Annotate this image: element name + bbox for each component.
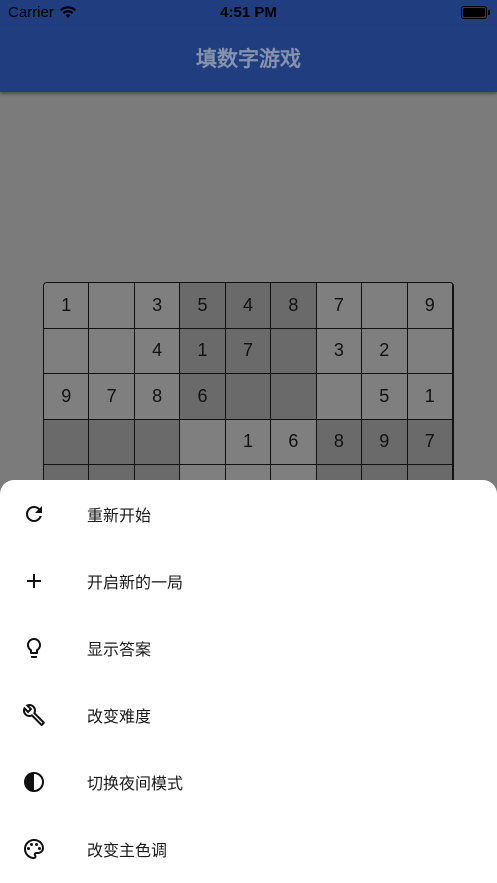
bottom-sheet-menu: 重新开始 开启新的一局 显示答案 改变难度 切换夜间模式 改变主色调 [0, 480, 497, 883]
board-cell[interactable] [271, 328, 317, 374]
wrench-icon [20, 701, 48, 729]
menu-item-label: 开启新的一局 [87, 572, 184, 592]
board-row: 41732 [44, 328, 453, 374]
board-cell[interactable] [89, 328, 135, 374]
board-cell[interactable]: 9 [407, 283, 453, 329]
board-cell[interactable]: 1 [180, 328, 226, 374]
board-cell[interactable]: 7 [407, 419, 453, 465]
board-cell[interactable]: 6 [271, 419, 317, 465]
page-title: 填数字游戏 [196, 47, 301, 71]
board-cell[interactable]: 7 [225, 328, 272, 374]
contrast-icon [20, 768, 48, 796]
board-cell[interactable]: 9 [44, 374, 90, 420]
board-cell[interactable]: 8 [271, 283, 317, 329]
refresh-icon [20, 500, 48, 528]
board-cell[interactable] [271, 374, 317, 420]
board-cell[interactable]: 4 [134, 328, 181, 374]
menu-item-label: 改变难度 [87, 706, 152, 726]
lightbulb-icon [20, 634, 48, 662]
menu-item-toggle-night-mode[interactable]: 切换夜间模式 [0, 748, 497, 815]
palette-icon [20, 835, 48, 863]
board-cell[interactable]: 7 [316, 283, 363, 329]
board-cell[interactable] [89, 419, 135, 465]
board-row: 16897 [44, 419, 453, 465]
plus-icon [20, 567, 48, 595]
board-cell[interactable]: 1 [407, 374, 453, 420]
menu-item-show-answer[interactable]: 显示答案 [0, 614, 497, 681]
status-bar: Carrier 4:51 PM [0, 0, 497, 26]
board-cell[interactable]: 2 [362, 328, 408, 374]
board-cell[interactable]: 5 [180, 283, 226, 329]
menu-item-restart[interactable]: 重新开始 [0, 480, 497, 547]
board-cell[interactable] [44, 328, 90, 374]
board-cell[interactable]: 1 [44, 283, 90, 329]
board-cell[interactable]: 8 [316, 419, 363, 465]
menu-item-label: 重新开始 [87, 505, 152, 525]
board-cell[interactable]: 3 [316, 328, 363, 374]
board-cell[interactable] [225, 374, 272, 420]
app-bar: 填数字游戏 [0, 26, 497, 92]
clock: 4:51 PM [220, 4, 277, 21]
board-cell[interactable]: 8 [134, 374, 181, 420]
board-cell[interactable] [316, 374, 363, 420]
board-cell[interactable]: 4 [225, 283, 272, 329]
board-row: 9786 51 [44, 374, 453, 420]
menu-item-label: 切换夜间模式 [87, 773, 184, 793]
board-cell[interactable]: 9 [362, 419, 408, 465]
board-cell[interactable]: 6 [180, 374, 226, 420]
board-cell[interactable]: 3 [134, 283, 181, 329]
sudoku-board: 13548794173297865116897 [43, 282, 454, 502]
board-row: 1354879 [44, 283, 453, 329]
board-cell[interactable] [89, 283, 135, 329]
menu-item-change-difficulty[interactable]: 改变难度 [0, 681, 497, 748]
board-cell[interactable] [180, 419, 226, 465]
board-cell[interactable]: 7 [89, 374, 135, 420]
board-cell[interactable]: 1 [225, 419, 272, 465]
board-cell[interactable]: 5 [362, 374, 408, 420]
menu-item-label: 改变主色调 [87, 840, 168, 860]
battery-icon [461, 6, 490, 19]
board-cell[interactable] [407, 328, 453, 374]
board-cell[interactable] [44, 419, 90, 465]
menu-item-label: 显示答案 [87, 639, 152, 659]
menu-item-change-theme-color[interactable]: 改变主色调 [0, 815, 497, 882]
board-cell[interactable] [362, 283, 408, 329]
menu-item-new-game[interactable]: 开启新的一局 [0, 547, 497, 614]
board-cell[interactable] [134, 419, 181, 465]
